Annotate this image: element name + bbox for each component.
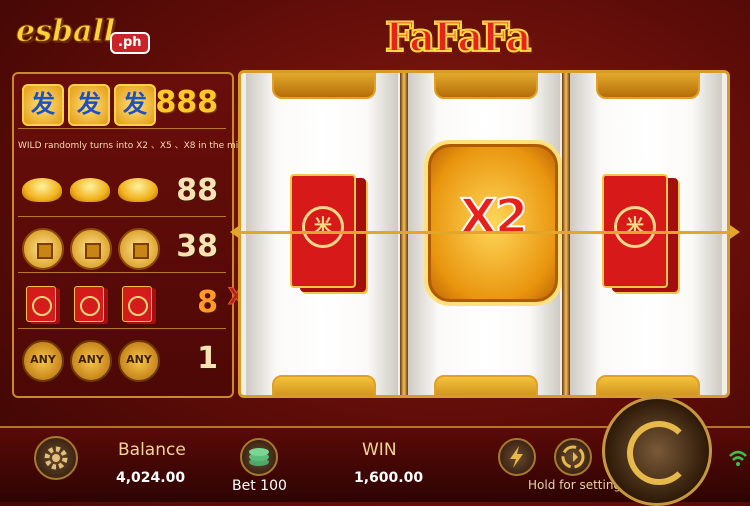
win-value: 1,600.00 [354,470,424,486]
fa-symbol-icon: 发 [68,84,110,126]
payout-value: 88 [176,173,218,208]
logo: esball .ph [10,10,170,60]
red-envelope-icon [26,286,56,322]
payout-value: 888 [155,85,218,120]
envelope-seal: 米 [614,206,656,248]
autospin-icon [561,445,585,469]
bet-button[interactable] [240,438,278,476]
partial-symbol-icon [272,375,376,395]
coin-icon [70,228,112,270]
any-symbol-icon: ANY [70,340,112,382]
paytable-row-gold-ingot: 88 [18,166,226,217]
game-title: FaFaFa [384,13,532,62]
bet-label: Bet 100 [232,478,287,494]
partial-symbol-icon [434,375,538,395]
red-envelope-icon [122,286,152,322]
balance-value: 4,024.00 [116,470,186,486]
partial-symbol-icon [596,375,700,395]
lightning-icon [510,446,523,468]
spin-button[interactable] [602,396,712,506]
any-symbol-icon: ANY [118,340,160,382]
settings-button[interactable] [34,436,78,480]
wifi-icon [728,446,748,470]
envelope-seal: 米 [302,206,344,248]
reel-divider [562,73,570,395]
chips-icon [249,448,269,466]
fa-symbol-icon: 发 [114,84,156,126]
red-envelope-icon [74,286,104,322]
payline [232,231,732,234]
win-label: WIN [362,440,397,460]
coin-icon [118,228,160,270]
payout-value: 8 [197,285,218,320]
gold-ingot-icon [22,178,62,202]
wild-multiplier-symbol: X2 [424,140,562,306]
paytable-row-red-envelope: 8 [18,278,226,329]
any-symbol-icon: ANY [22,340,64,382]
paytable-row-any: ANY ANY ANY 1 [18,334,226,384]
wild-multiplier-label: X2 [459,188,529,246]
paytable: 发 发 发 888 WILD randomly turns into X2 、X… [12,72,258,398]
logo-suffix: .ph [110,32,150,54]
fa-symbol-icon: 发 [22,84,64,126]
paytable-row-coin: 38 [18,222,226,273]
coin-icon [22,228,64,270]
paytable-row-fa: 发 发 发 888 [18,78,226,129]
payline-arrow-icon [730,225,740,239]
autospin-button[interactable] [554,438,592,476]
partial-symbol-icon [434,73,538,99]
wild-note: WILD randomly turns into X2 、X5 、X8 in t… [18,141,258,151]
payout-value: 1 [197,341,218,376]
partial-symbol-icon [272,73,376,99]
gold-ingot-icon [70,178,110,202]
reel-divider [400,73,408,395]
gold-ingot-icon [118,178,158,202]
turbo-button[interactable] [498,438,536,476]
logo-text: esball [15,14,116,50]
hold-for-setting-label: Hold for setting [528,478,622,492]
payout-value: 38 [176,229,218,264]
gear-icon [44,446,68,470]
partial-symbol-icon [596,73,700,99]
balance-label: Balance [118,440,186,460]
